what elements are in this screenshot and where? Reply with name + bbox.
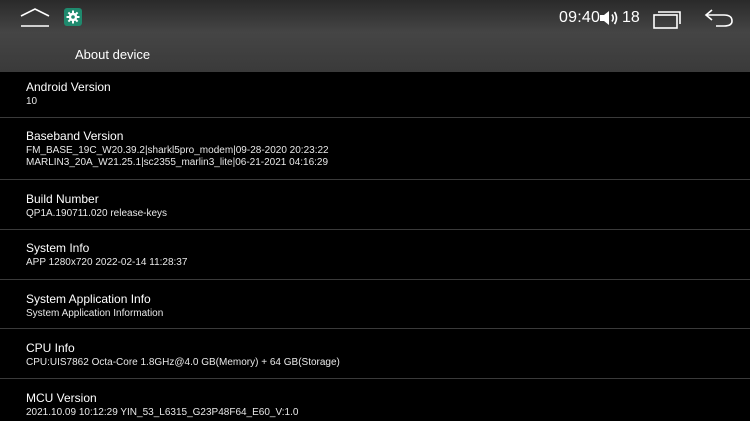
item-value: QP1A.190711.020 release-keys [26, 208, 168, 219]
item-value: 2021.10.09 10:12:29 YIN_53_L6315_G23P48F… [26, 407, 299, 418]
item-title: System Application Info [26, 292, 151, 306]
list-item-cpu-info[interactable]: CPU Info CPU:UIS7862 Octa-Core 1.8GHz@4.… [0, 329, 750, 379]
item-title: CPU Info [26, 341, 75, 355]
item-title: Android Version [26, 80, 111, 94]
item-title: Build Number [26, 192, 99, 206]
item-value: FM_BASE_19C_W20.39.2|sharkl5pro_modem|09… [26, 145, 329, 156]
item-title: System Info [26, 241, 90, 255]
back-button[interactable] [702, 6, 736, 30]
page-title: About device [75, 47, 151, 62]
item-value: 10 [26, 96, 38, 107]
recents-button[interactable] [651, 8, 683, 30]
item-title: Baseband Version [26, 129, 124, 143]
volume-level: 18 [622, 9, 640, 26]
item-value: System Application Information [26, 308, 164, 319]
list-item-system-info[interactable]: System Info APP 1280x720 2022-02-14 11:2… [0, 230, 750, 280]
clock: 09:40 [559, 9, 601, 26]
list-item-mcu-version[interactable]: MCU Version 2021.10.09 10:12:29 YIN_53_L… [0, 379, 750, 421]
settings-gear-icon [66, 10, 80, 24]
item-title: MCU Version [26, 391, 97, 405]
list-item-build-number[interactable]: Build Number QP1A.190711.020 release-key… [0, 180, 750, 230]
item-value: MARLIN3_20A_W21.25.1|sc2355_marlin3_lite… [26, 157, 329, 168]
volume-icon [600, 11, 618, 25]
home-button[interactable] [18, 6, 52, 30]
settings-app-icon[interactable] [64, 8, 82, 26]
item-value: APP 1280x720 2022-02-14 11:28:37 [26, 257, 188, 268]
back-arrow-icon [704, 9, 733, 27]
status-bar: 09:40 18 [0, 0, 750, 36]
list-item-android-version[interactable]: Android Version 10 [0, 72, 750, 118]
volume-button[interactable] [598, 8, 620, 28]
list-item-system-application-info[interactable]: System Application Info System Applicati… [0, 280, 750, 329]
item-value: CPU:UIS7862 Octa-Core 1.8GHz@4.0 GB(Memo… [26, 357, 340, 368]
home-icon [20, 8, 50, 27]
top-bar: 09:40 18 About device [0, 0, 750, 72]
info-list: Android Version 10 Baseband Version FM_B… [0, 72, 750, 421]
recents-icon [653, 11, 681, 29]
list-item-baseband-version[interactable]: Baseband Version FM_BASE_19C_W20.39.2|sh… [0, 118, 750, 180]
about-device-screen: 09:40 18 About device Android Version 10… [0, 0, 750, 421]
